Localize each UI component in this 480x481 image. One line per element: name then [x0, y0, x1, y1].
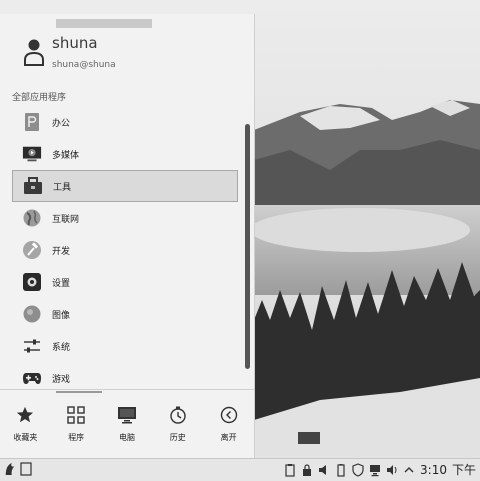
bottom-divider: [0, 389, 254, 390]
all-apps-label: 全部应用程序: [12, 93, 67, 103]
favorites-button[interactable]: 收藏夹: [0, 396, 51, 456]
category-settings[interactable]: 设置: [12, 266, 238, 298]
category-label: 设置: [52, 278, 71, 289]
security-shield-icon[interactable]: [352, 462, 364, 477]
graphics-icon: [22, 304, 42, 324]
clock-ampm[interactable]: 下午: [452, 461, 476, 478]
category-label: 系统: [52, 342, 71, 353]
programs-label: 程序: [68, 433, 85, 442]
computer-button[interactable]: 电脑: [102, 396, 153, 456]
office-icon: [22, 112, 42, 132]
toolbox-icon: [23, 176, 43, 196]
development-hammer-icon: [22, 240, 42, 260]
category-system[interactable]: 系统: [12, 330, 238, 362]
app-menu-launcher-icon[interactable]: [4, 462, 16, 476]
clock-time[interactable]: 3:10: [420, 463, 447, 477]
history-label: 历史: [169, 433, 186, 442]
leave-label: 离开: [220, 433, 237, 442]
leave-button[interactable]: 离开: [203, 396, 254, 456]
system-sliders-icon: [22, 336, 42, 356]
internet-globe-icon: [22, 208, 42, 228]
taskbar: 3:10 下午: [0, 458, 480, 481]
category-label: 工具: [53, 182, 72, 193]
monitor-icon: [116, 404, 138, 426]
application-menu: shuna shuna@shuna 全部应用程序 办公 多媒体 工具 互联网 开…: [0, 14, 255, 458]
category-label: 办公: [52, 118, 71, 129]
history-clock-icon: [167, 404, 189, 426]
category-label: 开发: [52, 246, 71, 257]
computer-label: 电脑: [118, 433, 135, 442]
menu-tab-indicator: [56, 19, 152, 28]
volume-icon[interactable]: [318, 463, 330, 477]
user-name: shuna: [52, 34, 98, 52]
system-tray: 3:10 下午: [284, 461, 476, 478]
favorites-label: 收藏夹: [13, 433, 38, 442]
category-label: 互联网: [52, 214, 80, 225]
chevron-up-icon[interactable]: [403, 463, 415, 477]
gamepad-icon: [22, 368, 42, 388]
user-avatar-icon: [24, 39, 44, 66]
show-desktop-icon[interactable]: [20, 462, 32, 476]
multimedia-icon: [22, 144, 42, 164]
category-development[interactable]: 开发: [12, 234, 238, 266]
programs-button[interactable]: 程序: [51, 396, 102, 456]
menu-bottom-bar: 收藏夹 程序 电脑 历史 离开: [0, 396, 254, 456]
leave-arrow-icon: [218, 404, 240, 426]
category-graphics[interactable]: 图像: [12, 298, 238, 330]
star-icon: [14, 404, 36, 426]
settings-icon: [22, 272, 42, 292]
category-label: 图像: [52, 310, 71, 321]
category-internet[interactable]: 互联网: [12, 202, 238, 234]
category-tools[interactable]: 工具: [12, 170, 238, 202]
category-office[interactable]: 办公: [12, 106, 238, 138]
clipboard-icon[interactable]: [284, 463, 296, 477]
user-email: shuna@shuna: [52, 60, 116, 70]
category-list: 办公 多媒体 工具 互联网 开发 设置 图像 系统 游戏: [12, 106, 238, 394]
user-card[interactable]: shuna shuna@shuna: [20, 34, 240, 82]
category-label: 多媒体: [52, 150, 80, 161]
category-label: 游戏: [52, 374, 71, 385]
keyring-lock-icon[interactable]: [301, 463, 313, 477]
category-scrollbar[interactable]: [245, 124, 250, 369]
network-monitor-icon[interactable]: [369, 463, 381, 477]
speaker-icon[interactable]: [386, 463, 398, 477]
history-button[interactable]: 历史: [152, 396, 203, 456]
bottom-tab-indicator: [56, 391, 102, 393]
category-multimedia[interactable]: 多媒体: [12, 138, 238, 170]
battery-icon[interactable]: [335, 463, 347, 477]
grid-icon: [65, 404, 87, 426]
taskbar-left: [4, 462, 32, 476]
